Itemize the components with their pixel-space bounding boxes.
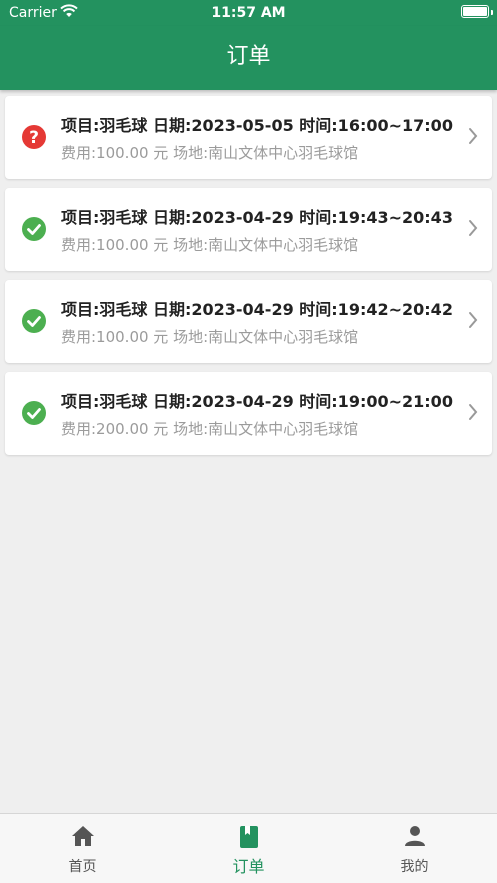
order-detail: 费用:100.00 元 场地:南山文体中心羽毛球馆: [61, 236, 359, 254]
order-title: 项目:羽毛球 日期:2023-04-29 时间:19:42~20:42: [61, 300, 453, 319]
chevron-right-icon: [468, 403, 478, 425]
order-card[interactable]: 项目:羽毛球 日期:2023-04-29 时间:19:00~21:00 费用:2…: [5, 372, 492, 455]
battery-tip: [491, 10, 493, 15]
tab-label-mine: 我的: [400, 859, 429, 875]
order-title: 项目:羽毛球 日期:2023-04-29 时间:19:43~20:43: [61, 208, 453, 227]
order-detail: 费用:100.00 元 场地:南山文体中心羽毛球馆: [61, 328, 359, 346]
status-time: 11:57 AM: [211, 5, 286, 21]
tab-orders[interactable]: 订单: [166, 814, 331, 883]
chevron-right-icon: [468, 311, 478, 333]
status-bar: Carrier 11:57 AM: [0, 0, 497, 26]
home-icon: [0, 825, 165, 851]
chevron-right-icon: [468, 219, 478, 241]
person-icon: [332, 825, 497, 851]
tab-label-home: 首页: [68, 859, 97, 875]
order-detail: 费用:100.00 元 场地:南山文体中心羽毛球馆: [61, 144, 359, 162]
check-icon: [22, 401, 46, 425]
tab-home[interactable]: 首页: [0, 814, 165, 883]
order-card[interactable]: 项目:羽毛球 日期:2023-04-29 时间:19:43~20:43 费用:1…: [5, 188, 492, 271]
tab-mine[interactable]: 我的: [332, 814, 497, 883]
order-title: 项目:羽毛球 日期:2023-04-29 时间:19:00~21:00: [61, 392, 453, 411]
order-title: 项目:羽毛球 日期:2023-05-05 时间:16:00~17:00: [61, 116, 453, 135]
check-icon: [22, 309, 46, 333]
tab-bar: 首页 订单 我的: [0, 813, 497, 883]
order-card[interactable]: 项目:羽毛球 日期:2023-04-29 时间:19:42~20:42 费用:1…: [5, 280, 492, 363]
nav-bar: 订单: [0, 26, 497, 90]
check-icon: [22, 217, 46, 241]
order-card[interactable]: ? 项目:羽毛球 日期:2023-05-05 时间:16:00~17:00 费用…: [5, 96, 492, 179]
tab-label-orders: 订单: [232, 857, 265, 876]
order-detail: 费用:200.00 元 场地:南山文体中心羽毛球馆: [61, 420, 359, 438]
battery-icon: [461, 5, 489, 18]
question-icon: ?: [22, 125, 46, 149]
order-list: ? 项目:羽毛球 日期:2023-05-05 时间:16:00~17:00 费用…: [5, 96, 492, 464]
chevron-right-icon: [468, 127, 478, 149]
svg-text:?: ?: [29, 128, 39, 148]
page-title: 订单: [226, 44, 271, 69]
book-icon: [166, 825, 331, 853]
